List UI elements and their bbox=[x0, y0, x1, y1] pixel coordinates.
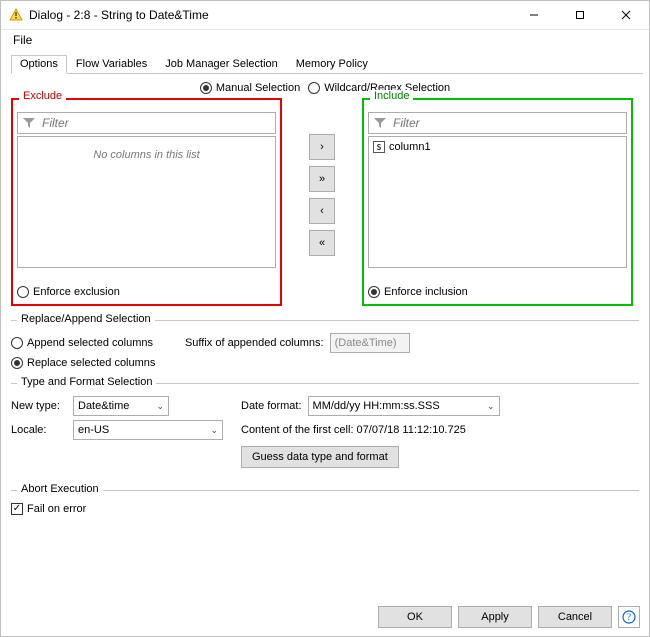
replace-append-section: Replace/Append Selection Append selected… bbox=[11, 320, 639, 369]
button-label: Guess data type and format bbox=[252, 451, 388, 463]
close-button[interactable] bbox=[603, 1, 649, 30]
suffix-label: Suffix of appended columns: bbox=[185, 337, 324, 349]
titlebar: Dialog - 2:8 - String to Date&Time bbox=[1, 1, 649, 30]
button-label: Apply bbox=[481, 611, 509, 623]
cancel-button[interactable]: Cancel bbox=[538, 606, 612, 628]
filter-icon bbox=[22, 117, 36, 129]
radio-enforce-exclusion[interactable]: Enforce exclusion bbox=[17, 286, 276, 298]
first-cell-content: Content of the first cell: 07/07/18 11:1… bbox=[241, 424, 466, 436]
locale-label: Locale: bbox=[11, 424, 67, 436]
include-filter-input[interactable] bbox=[391, 115, 622, 131]
date-format-select[interactable]: MM/dd/yy HH:mm:ss.SSS ⌄ bbox=[308, 396, 500, 416]
guess-button[interactable]: Guess data type and format bbox=[241, 446, 399, 468]
dialog-button-bar: OK Apply Cancel ? bbox=[0, 597, 650, 637]
apply-button[interactable]: Apply bbox=[458, 606, 532, 628]
tab-memory-policy[interactable]: Memory Policy bbox=[287, 55, 377, 74]
menubar: File bbox=[1, 30, 649, 50]
radio-label: Manual Selection bbox=[216, 82, 300, 94]
radio-label: Enforce inclusion bbox=[384, 286, 468, 298]
maximize-button[interactable] bbox=[557, 1, 603, 30]
radio-manual-selection[interactable]: Manual Selection bbox=[200, 82, 300, 94]
radio-append-columns[interactable]: Append selected columns bbox=[11, 337, 153, 349]
locale-select[interactable]: en-US ⌄ bbox=[73, 420, 223, 440]
section-legend: Abort Execution bbox=[17, 483, 103, 495]
chevron-down-icon: ⌄ bbox=[487, 401, 495, 412]
empty-message: No columns in this list bbox=[20, 149, 273, 161]
tab-content: Manual Selection Wildcard/Regex Selectio… bbox=[1, 74, 649, 515]
type-format-section: Type and Format Selection New type: Date… bbox=[11, 383, 639, 468]
selection-mode-row: Manual Selection Wildcard/Regex Selectio… bbox=[11, 82, 639, 94]
button-label: Cancel bbox=[558, 611, 592, 623]
move-buttons: › » ‹ « bbox=[282, 98, 362, 306]
move-left-button[interactable]: ‹ bbox=[309, 198, 335, 224]
date-format-label: Date format: bbox=[241, 400, 302, 412]
radio-label: Append selected columns bbox=[27, 337, 153, 349]
new-type-select[interactable]: Date&time ⌄ bbox=[73, 396, 169, 416]
radio-dot-icon bbox=[200, 82, 212, 94]
exclude-filter[interactable] bbox=[17, 112, 276, 134]
abort-section: Abort Execution Fail on error bbox=[11, 490, 639, 515]
include-list[interactable]: S column1 bbox=[368, 136, 627, 268]
select-value: Date&time bbox=[78, 400, 129, 412]
radio-dot-icon bbox=[308, 82, 320, 94]
column-name: column1 bbox=[389, 141, 431, 153]
chevron-down-icon: ⌄ bbox=[156, 401, 164, 412]
suffix-input[interactable] bbox=[330, 333, 410, 353]
button-label: OK bbox=[407, 611, 423, 623]
menu-file[interactable]: File bbox=[7, 31, 38, 49]
move-right-button[interactable]: › bbox=[309, 134, 335, 160]
filter-icon bbox=[373, 117, 387, 129]
section-legend: Type and Format Selection bbox=[17, 376, 156, 388]
exclude-panel: Exclude No columns in this list Enforce … bbox=[11, 98, 282, 306]
radio-label: Replace selected columns bbox=[27, 357, 155, 369]
checkbox-fail-on-error[interactable]: Fail on error bbox=[11, 503, 86, 515]
app-icon bbox=[9, 8, 23, 22]
exclude-list[interactable]: No columns in this list bbox=[17, 136, 276, 268]
window-title: Dialog - 2:8 - String to Date&Time bbox=[29, 8, 209, 22]
new-type-label: New type: bbox=[11, 400, 67, 412]
help-button[interactable]: ? bbox=[618, 606, 640, 628]
section-legend: Replace/Append Selection bbox=[17, 313, 155, 325]
tab-options[interactable]: Options bbox=[11, 55, 67, 74]
chevron-down-icon: ⌄ bbox=[210, 425, 218, 436]
radio-dot-icon bbox=[11, 357, 23, 369]
tab-flow-variables[interactable]: Flow Variables bbox=[67, 55, 156, 74]
select-value: MM/dd/yy HH:mm:ss.SSS bbox=[313, 400, 440, 412]
move-all-right-button[interactable]: » bbox=[309, 166, 335, 192]
radio-replace-columns[interactable]: Replace selected columns bbox=[11, 357, 155, 369]
exclude-filter-input[interactable] bbox=[40, 115, 271, 131]
radio-dot-icon bbox=[17, 286, 29, 298]
tab-job-manager[interactable]: Job Manager Selection bbox=[156, 55, 287, 74]
svg-text:?: ? bbox=[627, 612, 631, 622]
radio-dot-icon bbox=[11, 337, 23, 349]
checkbox-label: Fail on error bbox=[27, 503, 86, 515]
tabstrip: Options Flow Variables Job Manager Selec… bbox=[11, 54, 643, 74]
ok-button[interactable]: OK bbox=[378, 606, 452, 628]
radio-enforce-inclusion[interactable]: Enforce inclusion bbox=[368, 286, 627, 298]
include-filter[interactable] bbox=[368, 112, 627, 134]
radio-label: Enforce exclusion bbox=[33, 286, 120, 298]
include-legend: Include bbox=[370, 90, 413, 102]
column-selection: Exclude No columns in this list Enforce … bbox=[11, 98, 639, 306]
include-panel: Include S column1 Enforce inclusion bbox=[362, 98, 633, 306]
string-type-icon: S bbox=[373, 141, 385, 153]
move-all-left-button[interactable]: « bbox=[309, 230, 335, 256]
radio-dot-icon bbox=[368, 286, 380, 298]
select-value: en-US bbox=[78, 424, 109, 436]
checkbox-icon bbox=[11, 503, 23, 515]
minimize-button[interactable] bbox=[511, 1, 557, 30]
exclude-legend: Exclude bbox=[19, 90, 66, 102]
list-item[interactable]: S column1 bbox=[371, 139, 624, 155]
